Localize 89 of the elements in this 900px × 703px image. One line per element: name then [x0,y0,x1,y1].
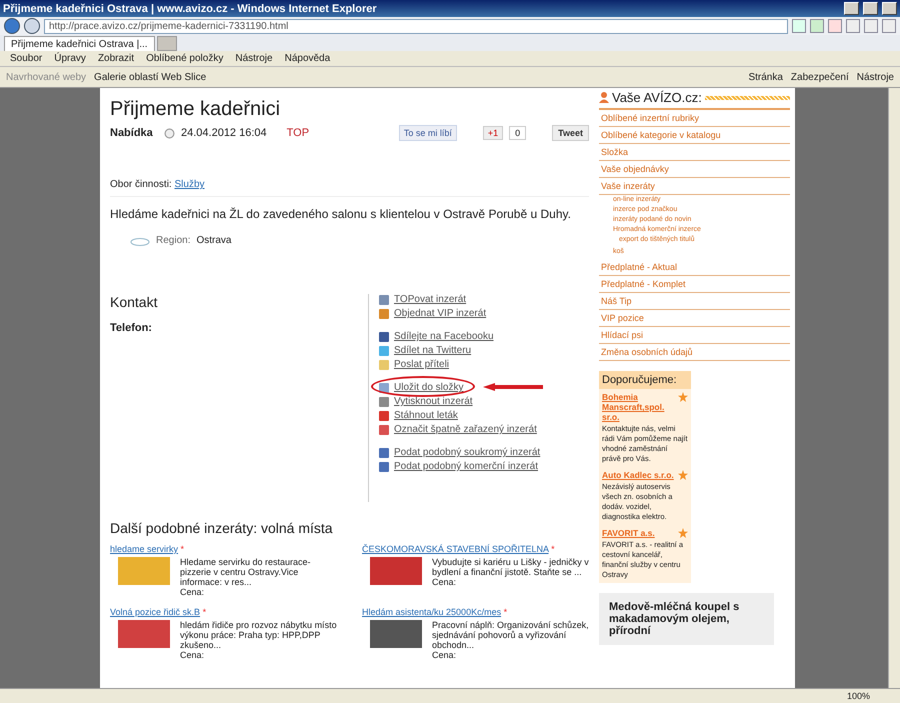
like-button[interactable]: To se mi líbí [398,125,457,141]
sidebar-item[interactable]: Složka [599,144,790,161]
listing-link[interactable]: Volná pozice řidič sk.B [110,607,200,617]
price-label: Cena: [432,650,458,660]
action-link[interactable]: Uložit do složky [394,382,464,393]
top-label: TOP [286,127,310,139]
favorites-item[interactable]: Navrhované weby [6,72,86,82]
zoom-level[interactable]: 100% [846,691,870,701]
photo-placeholder [370,557,422,585]
star-icon [678,392,688,402]
listing-description: Vybudujte si kariéru u Lišky - jedničky v bydlení a finanční jistotě. Staňte se ... [432,557,589,577]
menu-item[interactable]: Oblíbené položky [146,53,224,64]
action-link[interactable]: Objednat VIP inzerát [394,308,486,319]
action-link[interactable]: Vytisknout inzerát [394,396,473,407]
listing-link[interactable]: ČESKOMORAVSKÁ STAVEBNÍ SPOŘITELNA [362,544,549,554]
menu-item[interactable]: Nápověda [284,53,330,64]
price-label: Cena: [180,587,206,597]
new-tab-button[interactable] [156,36,177,51]
photo-placeholder [118,557,170,585]
contact-heading: Kontakt [110,294,158,310]
menu-item[interactable]: Úpravy [54,53,86,64]
scrollbar[interactable] [888,88,900,688]
sidebar-item[interactable]: Vaše objednávky [599,161,790,178]
listing-description: hledám řidiče pro rozvoz nábytku místo výkonu práce: Praha typ: HPP,DPP zkušeno... [180,620,337,650]
favorites-item[interactable]: Galerie oblastí Web Slice [94,72,206,82]
action-link[interactable]: TOPovat inzerát [394,294,466,305]
action-link[interactable]: Podat podobný soukromý inzerát [394,447,540,458]
recommended-heading: Doporučujeme: [599,371,691,389]
command-menu[interactable]: Nástroje [856,72,894,82]
sidebar-item[interactable]: Hlídací psi [599,327,790,344]
company-link[interactable]: FAVORIT a.s. [602,528,676,538]
close-button[interactable] [882,2,897,15]
listing-link[interactable]: hledame servirky [110,544,178,554]
command-menu[interactable]: Zabezpečení [790,72,849,82]
maximize-button[interactable] [863,2,878,15]
listing-description: Pracovní náplň: Organizování schůzek, sjednávání pohovorů a vyřizování obchodn... [432,620,589,650]
address-field[interactable]: http://prace.avizo.cz/prijmeme-kadernici-7331190.html [44,18,788,34]
user-icon [599,92,609,103]
sidebar-item[interactable]: Změna osobních údajů [599,344,790,361]
promo-text: Medově-mléčná koupel s makadamovým olejem, přírodní [599,593,774,645]
category-link[interactable]: Služby [174,179,204,190]
ad-date: 24.04.2012 16:04 [181,127,267,139]
field-label: Obor činnosti: [110,179,172,190]
asterisk: * [551,544,555,554]
ad-description: Hledáme kadeřnici na ŽL do zavedeného salonu s klientelou v Ostravě Porubě u Duhy. [110,207,572,221]
menu-item[interactable]: Zobrazit [98,53,134,64]
menu-item[interactable]: Nástroje [235,53,273,64]
browser-tab[interactable]: Přijmeme kadeřnici Ostrava |... [4,36,155,51]
photo-placeholder [370,620,422,648]
action-link[interactable]: Sdílet na Twitteru [394,345,472,356]
command-menu[interactable]: Stránka [748,72,783,82]
region-label: Region: [156,235,190,246]
tweet-button[interactable]: Tweet [552,125,589,141]
company-link[interactable]: Auto Kadlec s.r.o. [602,470,676,480]
ad-type: Nabídka [110,127,154,139]
plus-one-button[interactable]: +1 [482,126,504,140]
minimize-button[interactable] [844,2,859,15]
sidebar-item[interactable]: Předplatné - Aktual [599,259,790,276]
sidebar-item[interactable]: VIP pozice [599,310,790,327]
listing-description: Hledame servirku do restaurace-pizzerie v centru Ostravy.Vice informace: v res... [180,557,312,587]
similar-heading: Další podobné inzeráty: volná místa [110,520,334,536]
action-link[interactable]: Stáhnout leták [394,410,458,421]
price-label: Cena: [180,650,206,660]
sidebar-item[interactable]: Oblíbené inzertní rubriky [599,110,790,127]
sidebar-heading: Vaše AVÍZO.cz: [612,90,702,105]
star-icon [678,528,688,538]
asterisk: * [180,544,184,554]
photo-placeholder [118,620,170,648]
action-link[interactable]: Poslat příteli [394,359,450,370]
sidebar-item[interactable]: Náš Tip [599,293,790,310]
plus-one-count: 0 [509,126,526,140]
company-link[interactable]: Bohemia Manscraft,spol. sr.o. [602,392,676,422]
asterisk: * [202,607,206,617]
star-icon [678,470,688,480]
listing-link[interactable]: Hledám asistenta/ku 25000Kc/mes [362,607,502,617]
action-link[interactable]: Označit špatně zařazený inzerát [394,424,537,435]
action-link[interactable]: Podat podobný komerční inzerát [394,461,538,472]
region-value: Ostrava [196,235,232,246]
sidebar-item[interactable]: Vaše inzeráty [599,178,790,195]
sidebar-item[interactable]: Oblíbené kategorie v katalogu [599,127,790,144]
asterisk: * [504,607,508,617]
price-label: Cena: [432,577,458,587]
action-link[interactable]: Sdílejte na Facebooku [394,331,494,342]
window-title: Přijmeme kadeřnici Ostrava | www.avizo.cz - Windows Internet Explorer [3,2,378,14]
pointer-arrow [483,382,543,392]
ad-title: Přijmeme kadeřnici [110,98,282,121]
menu-item[interactable]: Soubor [10,53,42,64]
sidebar-item[interactable]: Předplatné - Komplet [599,276,790,293]
phone-label: Telefon: [110,322,152,334]
